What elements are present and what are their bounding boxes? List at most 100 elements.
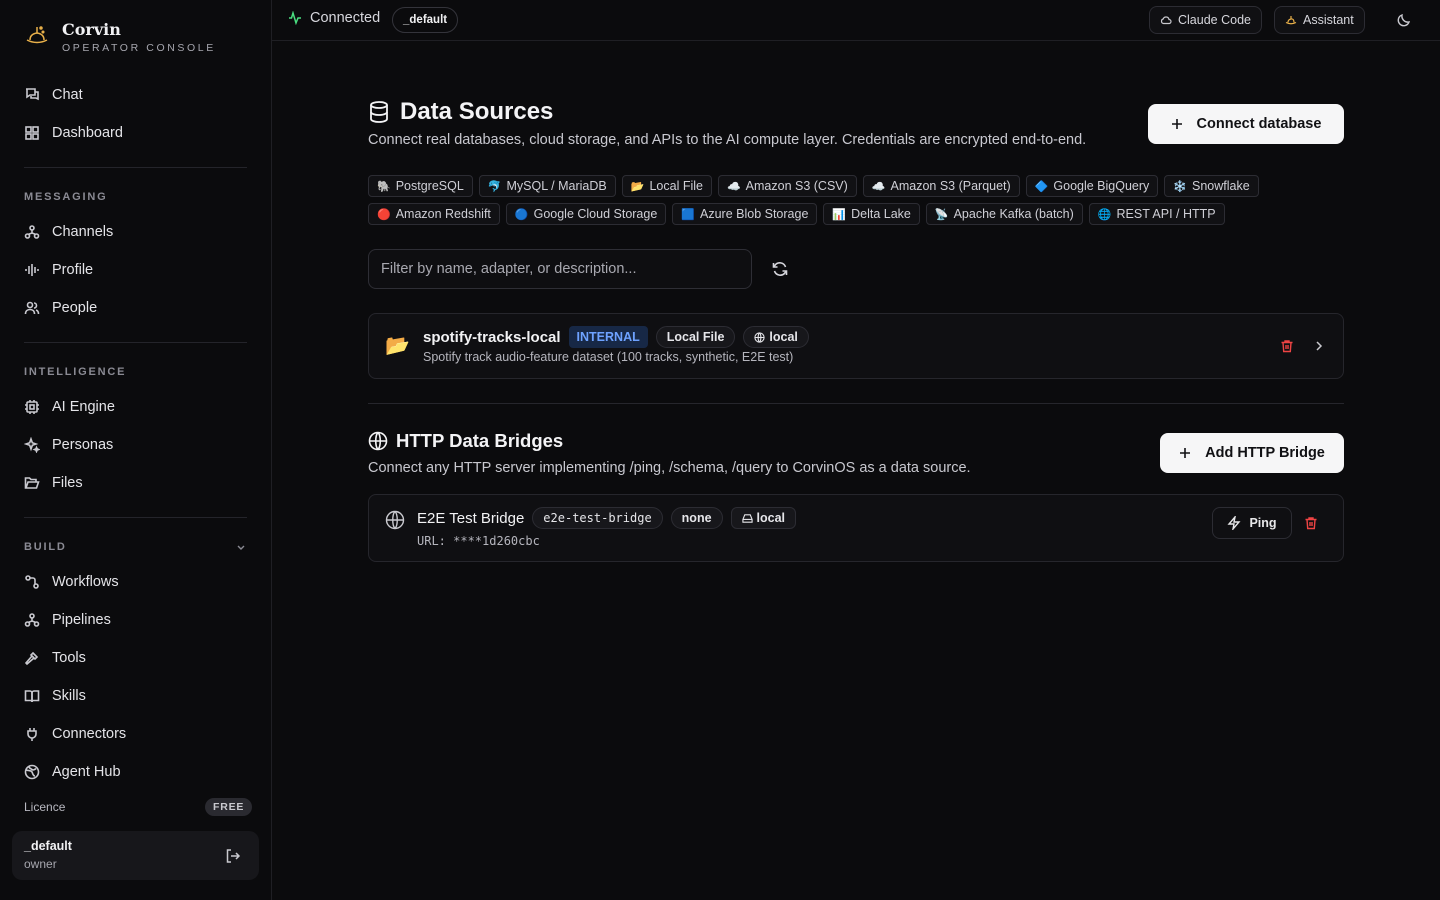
- sidebar-item-label: AI Engine: [52, 399, 115, 415]
- waveform-icon: [25, 264, 39, 276]
- scope-label: local: [756, 511, 786, 525]
- red-circle-icon: 🔴: [377, 208, 391, 221]
- sidebar-item-profile[interactable]: Profile: [24, 258, 93, 282]
- data-source-card[interactable]: 📂 spotify-tracks-local INTERNAL Local Fi…: [368, 313, 1344, 379]
- assistant-button[interactable]: Assistant: [1274, 6, 1365, 34]
- hammer-icon: [24, 651, 39, 666]
- sidebar-item-label: Channels: [52, 224, 114, 240]
- refresh-icon[interactable]: [771, 260, 789, 278]
- bar-chart-icon: 📊: [832, 208, 847, 221]
- sidebar-item-ai-engine[interactable]: AI Engine: [24, 395, 115, 419]
- section-label-messaging: MESSAGING: [24, 191, 108, 203]
- bridge-card[interactable]: E2E Test Bridge e2e-test-bridge none loc…: [368, 494, 1344, 562]
- adapter-chip-label: PostgreSQL: [395, 179, 464, 193]
- sidebar: Corvin OPERATOR CONSOLE Chat Dashboard M…: [0, 0, 272, 900]
- trash-icon[interactable]: [1280, 339, 1294, 353]
- snowflake-icon: ❄️: [1173, 180, 1187, 193]
- sidebar-item-label: Files: [52, 475, 83, 491]
- workspace-badge[interactable]: _default: [392, 7, 459, 33]
- adapter-chip-label: Amazon Redshift: [395, 207, 491, 221]
- section-label-intelligence: INTELLIGENCE: [24, 366, 127, 378]
- section-divider: [368, 403, 1344, 404]
- visibility-badge: INTERNAL: [568, 326, 648, 348]
- ping-button[interactable]: Ping: [1212, 507, 1292, 539]
- add-http-bridge-button[interactable]: Add HTTP Bridge: [1160, 433, 1344, 473]
- sidebar-item-connectors[interactable]: Connectors: [24, 722, 126, 746]
- adapter-chip-azure[interactable]: 🟦 Azure Blob Storage: [672, 203, 818, 225]
- folder-icon: [24, 477, 40, 489]
- sidebar-item-pipelines[interactable]: Pipelines: [24, 608, 111, 632]
- sidebar-item-label: Profile: [52, 262, 94, 278]
- adapter-chip-kafka[interactable]: 📡 Apache Kafka (batch): [925, 203, 1083, 225]
- chevron-right-icon[interactable]: [1313, 340, 1325, 352]
- brand-name: Corvin: [62, 20, 121, 39]
- add-http-bridge-label: Add HTTP Bridge: [1205, 445, 1325, 461]
- chevron-down-icon[interactable]: [236, 542, 246, 552]
- adapter-chip-bigquery[interactable]: 🔷 Google BigQuery: [1025, 175, 1159, 197]
- cloud-icon: ☁️: [871, 180, 886, 193]
- sidebar-item-chat[interactable]: Chat: [24, 83, 83, 107]
- adapter-chip-delta-lake[interactable]: 📊 Delta Lake: [823, 203, 920, 225]
- folder-icon: 📂: [385, 335, 410, 357]
- adapter-chip-snowflake[interactable]: ❄️ Snowflake: [1164, 175, 1259, 197]
- claude-code-button[interactable]: Claude Code: [1149, 6, 1262, 34]
- adapter-chip-s3-parquet[interactable]: ☁️ Amazon S3 (Parquet): [862, 175, 1020, 197]
- sidebar-item-agent-hub[interactable]: Agent Hub: [24, 760, 121, 784]
- bridge-id-badge: e2e-test-bridge: [532, 507, 663, 529]
- globe-icon: 🌐: [1097, 208, 1112, 221]
- sidebar-item-dashboard[interactable]: Dashboard: [24, 121, 123, 145]
- sidebar-item-label: Workflows: [52, 574, 119, 590]
- adapter-chip-label: Apache Kafka (batch): [953, 207, 1074, 221]
- trash-icon[interactable]: [1304, 516, 1318, 530]
- brand[interactable]: Corvin OPERATOR CONSOLE: [24, 20, 216, 55]
- satellite-icon: 📡: [934, 208, 949, 221]
- bridge-header: E2E Test Bridge e2e-test-bridge none loc…: [417, 507, 797, 529]
- adapter-chip-s3-csv[interactable]: ☁️ Amazon S3 (CSV): [717, 175, 857, 197]
- hard-drive-icon: [741, 513, 753, 523]
- divider: [24, 517, 247, 518]
- plus-icon: [1171, 119, 1182, 129]
- bridge-url: URL: ****1d260cbc: [417, 534, 540, 548]
- adapter-chip-label: Azure Blob Storage: [700, 207, 809, 221]
- sidebar-item-people[interactable]: People: [24, 296, 97, 320]
- adapter-chip-mysql[interactable]: 🐬 MySQL / MariaDB: [478, 175, 616, 197]
- bridges-title-text: HTTP Data Bridges: [396, 430, 564, 451]
- sidebar-item-label: Tools: [52, 650, 86, 666]
- cloud-icon: [1160, 16, 1172, 25]
- chat-icon: [26, 88, 39, 101]
- filter-input[interactable]: [368, 249, 752, 289]
- sidebar-item-label: Chat: [52, 87, 83, 103]
- logout-icon[interactable]: [225, 848, 241, 864]
- adapter-chip-label: Delta Lake: [851, 207, 911, 221]
- user-card[interactable]: _default owner: [12, 831, 259, 880]
- adapter-chip-local-file[interactable]: 📂 Local File: [621, 175, 712, 197]
- adapter-chip-redshift[interactable]: 🔴 Amazon Redshift: [368, 203, 500, 225]
- adapter-chip-gcs[interactable]: 🔵 Google Cloud Storage: [505, 203, 667, 225]
- adapter-chip-postgresql[interactable]: 🐘 PostgreSQL: [368, 175, 473, 197]
- connection-status: Connected: [288, 10, 380, 26]
- page-title-text: Data Sources: [400, 98, 554, 125]
- licence-badge[interactable]: FREE: [205, 798, 253, 816]
- blue-circle-icon: 🔵: [514, 208, 529, 221]
- sidebar-item-personas[interactable]: Personas: [24, 433, 113, 457]
- moon-icon[interactable]: [1396, 12, 1412, 28]
- sidebar-item-channels[interactable]: Channels: [24, 220, 113, 244]
- sidebar-item-workflows[interactable]: Workflows: [24, 570, 119, 594]
- sidebar-item-files[interactable]: Files: [24, 471, 83, 495]
- connect-database-button[interactable]: Connect database: [1148, 104, 1344, 144]
- sidebar-item-tools[interactable]: Tools: [24, 646, 86, 670]
- globe-icon: [385, 510, 405, 530]
- corvin-logo-icon: [1285, 16, 1297, 25]
- divider: [24, 167, 247, 168]
- sidebar-item-label: Connectors: [52, 726, 127, 742]
- page-title: Data Sources: [368, 98, 553, 126]
- sidebar-item-skills[interactable]: Skills: [24, 684, 86, 708]
- people-icon: [24, 301, 40, 315]
- source-header: spotify-tracks-local INTERNAL Local File…: [423, 326, 809, 348]
- adapter-chip-label: MySQL / MariaDB: [506, 179, 607, 193]
- connect-database-label: Connect database: [1196, 116, 1322, 132]
- auth-badge: none: [670, 507, 723, 529]
- diamond-icon: 🔷: [1034, 180, 1049, 193]
- bridges-title: HTTP Data Bridges: [368, 430, 563, 452]
- adapter-chip-rest-api[interactable]: 🌐 REST API / HTTP: [1088, 203, 1225, 225]
